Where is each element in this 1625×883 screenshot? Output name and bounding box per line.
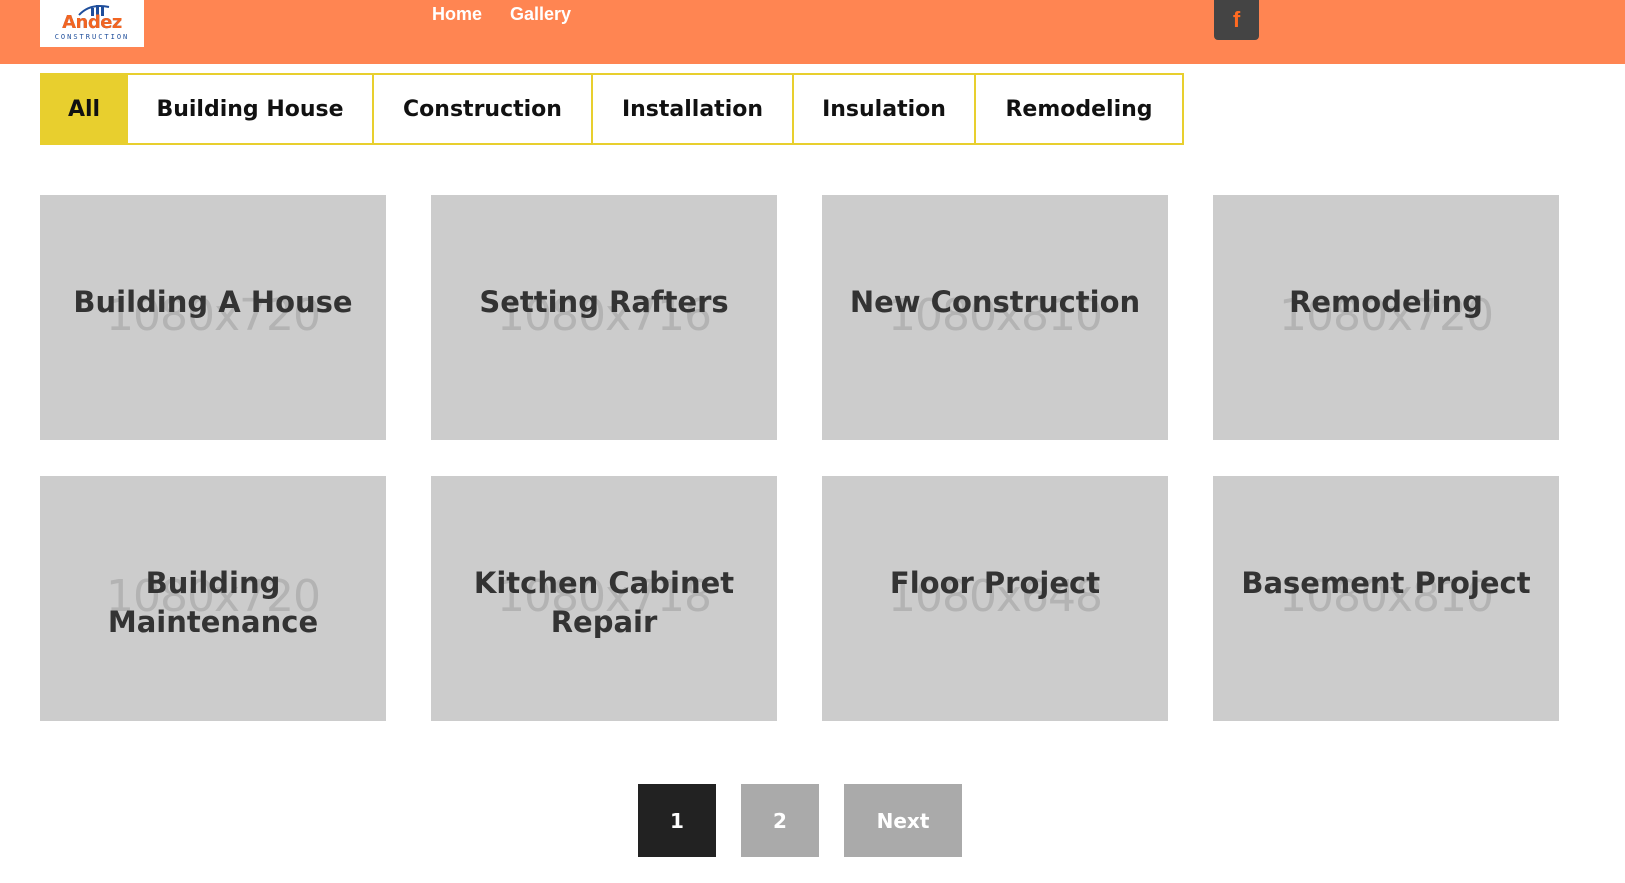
gallery-filter-bar: All Building House Construction Installa… bbox=[40, 73, 1184, 145]
gallery-item[interactable]: 1080x648 Floor Project bbox=[822, 476, 1168, 721]
filter-all[interactable]: All bbox=[42, 75, 128, 143]
next-page-button[interactable]: Next bbox=[844, 784, 962, 857]
filter-building-house[interactable]: Building House bbox=[128, 75, 374, 143]
facebook-icon: f bbox=[1232, 7, 1241, 32]
gallery-item[interactable]: 1080x718 Kitchen Cabinet Repair bbox=[431, 476, 777, 721]
gallery-item-title: Floor Project bbox=[889, 566, 1101, 600]
gallery-item-title: Setting Rafters bbox=[479, 285, 729, 319]
main-nav: Home Gallery bbox=[432, 4, 571, 25]
logo-subtitle: CONSTRUCTION bbox=[54, 33, 130, 41]
gallery-item-title: Building Maintenance bbox=[107, 566, 319, 639]
nav-link-home[interactable]: Home bbox=[432, 4, 482, 25]
gallery-item-title: Remodeling bbox=[1289, 285, 1483, 319]
gallery-item-title: New Construction bbox=[849, 285, 1141, 319]
filter-remodeling[interactable]: Remodeling bbox=[976, 75, 1182, 143]
gallery-item[interactable]: 1080x810 New Construction bbox=[822, 195, 1168, 440]
gallery-item[interactable]: 1080x720 Building A House bbox=[40, 195, 386, 440]
filter-insulation[interactable]: Insulation bbox=[794, 75, 976, 143]
site-header: Andez CONSTRUCTION Home Gallery f bbox=[0, 0, 1625, 64]
pagination: 1 2 Next bbox=[638, 784, 962, 857]
site-logo[interactable]: Andez CONSTRUCTION bbox=[40, 0, 144, 47]
gallery-item-title: Kitchen Cabinet Repair bbox=[473, 566, 735, 639]
gallery-item-title: Building A House bbox=[73, 285, 353, 319]
page-2-button[interactable]: 2 bbox=[741, 784, 819, 857]
gallery-item-title: Basement Project bbox=[1241, 566, 1531, 600]
gallery-item[interactable]: 1080x810 Basement Project bbox=[1213, 476, 1559, 721]
page-1-button[interactable]: 1 bbox=[638, 784, 716, 857]
nav-link-gallery[interactable]: Gallery bbox=[510, 4, 571, 25]
gallery-item[interactable]: 1080x720 Remodeling bbox=[1213, 195, 1559, 440]
gallery-item[interactable]: 1080x720 Building Maintenance bbox=[40, 476, 386, 721]
logo-name: Andez bbox=[62, 12, 122, 33]
gallery-grid: 1080x720 Building A House 1080x716 Setti… bbox=[40, 195, 1559, 721]
filter-construction[interactable]: Construction bbox=[374, 75, 593, 143]
gallery-item[interactable]: 1080x716 Setting Rafters bbox=[431, 195, 777, 440]
filter-installation[interactable]: Installation bbox=[593, 75, 794, 143]
facebook-button[interactable]: f bbox=[1214, 0, 1259, 40]
